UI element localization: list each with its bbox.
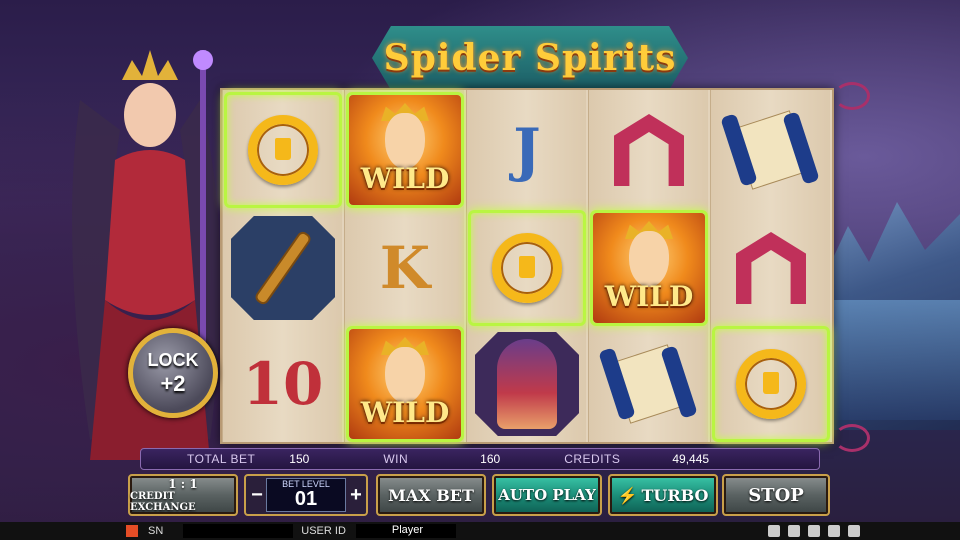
reel-column-1: 10 [222,90,342,442]
a-symbol [736,232,806,304]
wild-symbol: WILD [593,213,705,323]
credit-exchange-ratio: 1 : 1 [168,477,198,491]
win-label: WIN [383,452,409,466]
max-bet-label: MAX BET [388,485,474,505]
reel-cell-wild: WILD [346,92,464,208]
total-bet-label: TOTAL BET [187,452,256,466]
reel-cell-artifact [224,210,342,326]
bet-decrease-button[interactable]: − [249,480,265,510]
wild-label: WILD [360,396,450,429]
wild-label: WILD [604,280,694,313]
wild-label: WILD [360,162,450,195]
total-bet-value: 150 [289,452,310,466]
wild-symbol: WILD [349,95,461,205]
stop-button[interactable]: STOP [722,474,830,516]
lock-count: +2 [160,370,186,396]
reel-cell-scroll [712,92,830,208]
turbo-label: TURBO [641,485,709,505]
turbo-button[interactable]: ⚡ TURBO [608,474,718,516]
background-water [820,300,960,420]
reel-column-2: WILD K WILD [344,90,464,442]
exit-icon[interactable] [848,525,860,537]
status-footer: SN USER ID Player [0,522,960,540]
bet-level-value: 01 [294,488,318,510]
reel-cell-wild: WILD [590,210,708,326]
credits-value: 49,445 [672,452,710,466]
k-symbol: K [379,234,431,302]
credit-exchange-label: CREDIT EXCHANGE [130,491,196,513]
princess-symbol [475,332,579,436]
info-bar: TOTAL BET 150 WIN 160 CREDITS 49,445 [140,448,820,470]
reel-grid: 10 WILD K WILD J WILD [220,88,834,444]
sn-field [183,524,294,538]
html5-icon [126,525,138,537]
credit-exchange-button[interactable]: 1 : 1 CREDIT EXCHANGE [128,474,238,516]
a-symbol [614,114,684,186]
sound-icon[interactable] [808,525,820,537]
player-value: Player [391,524,424,536]
q-symbol [248,115,318,185]
reel-ornament-icon [834,424,870,452]
reel-cell-wild: WILD [346,326,464,442]
player-field: Player [355,524,456,538]
golden-staff-icon [255,232,311,304]
wild-symbol: WILD [349,329,461,439]
j-symbol: J [513,116,541,184]
reel-cell-a [590,92,708,208]
q-symbol [736,349,806,419]
reel-cell-q [224,92,342,208]
history-icon[interactable] [788,525,800,537]
scroll-symbol [598,344,698,424]
reel-column-5 [710,90,830,442]
help-icon[interactable] [828,525,840,537]
stop-label: STOP [748,484,804,506]
bet-level-display: BET LEVEL 01 [266,478,346,512]
reel-cell-scroll [590,326,708,442]
lock-plus-badge: LOCK +2 [128,328,218,418]
reel-column-3: J [466,90,586,442]
reel-cell-princess [468,326,586,442]
credits-label: CREDITS [564,452,621,466]
artifact-symbol [231,216,335,320]
reel-column-4: WILD [588,90,708,442]
game-logo: Spider Spirits [372,26,688,90]
reel-ornament-icon [834,82,870,110]
reel-cell-q [468,210,586,326]
scroll-symbol [720,110,820,190]
user-id-label: USER ID [301,525,346,537]
game-title: Spider Spirits [383,37,677,79]
reel-cell-a [712,210,830,326]
bet-level-control: − BET LEVEL 01 + [244,474,368,516]
reel-cell-q [712,326,830,442]
reel-cell-j: J [468,92,586,208]
sn-label: SN [148,525,164,537]
max-bet-button[interactable]: MAX BET [376,474,486,516]
lightning-icon: ⚡ [617,485,638,505]
lock-label: LOCK [147,349,199,370]
auto-play-label: AUTO PLAY [498,486,596,504]
reel-cell-10: 10 [224,326,342,442]
game-scene: Spider Spirits 10 WILD K WILD J WILD LOC… [0,0,960,522]
bet-increase-button[interactable]: + [348,480,364,510]
ten-symbol: 10 [242,350,324,418]
auto-play-button[interactable]: AUTO PLAY [492,474,602,516]
rss-icon[interactable] [768,525,780,537]
win-value: 160 [480,452,501,466]
q-symbol [492,233,562,303]
reel-cell-k: K [346,210,464,326]
